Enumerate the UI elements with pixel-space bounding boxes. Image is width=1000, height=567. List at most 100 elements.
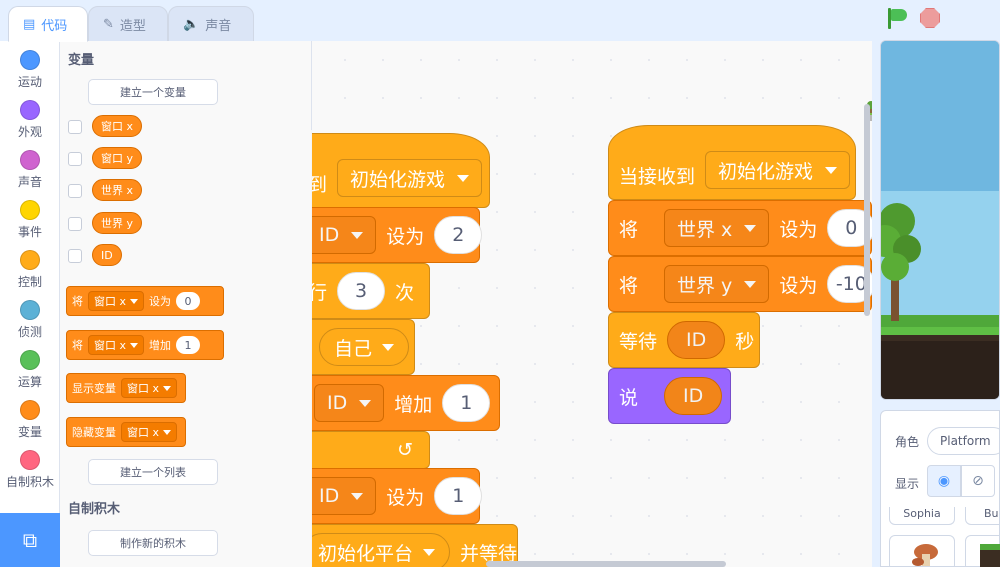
broadcast-message-dropdown[interactable]: 初始化平台 <box>303 533 451 567</box>
eye-slash-icon: ⊘ <box>972 473 984 489</box>
category-operators[interactable]: 运算 <box>0 343 60 393</box>
hide-variable-block[interactable]: 隐藏变量 窗口 x <box>66 417 186 447</box>
reporter-id[interactable]: ID <box>92 244 122 266</box>
stage-scene <box>881 41 999 399</box>
show-variable-block[interactable]: 显示变量 窗口 x <box>66 373 186 403</box>
variable-dropdown[interactable]: 世界 x <box>664 209 770 247</box>
category-sensing[interactable]: 侦测 <box>0 293 60 343</box>
reporter-window-y[interactable]: 窗口 y <box>92 147 143 169</box>
stop-icon[interactable] <box>920 8 940 28</box>
category-motion[interactable]: 运动 <box>0 43 60 93</box>
variable-dropdown[interactable]: ID <box>314 384 385 422</box>
variable-dropdown[interactable]: 世界 y <box>664 265 770 303</box>
say-block[interactable]: 说 ID <box>608 368 731 424</box>
repeat-count-input[interactable]: 3 <box>337 272 386 310</box>
checkbox-window-x[interactable] <box>68 120 82 134</box>
code-icon: ▤ <box>23 16 36 32</box>
caret-down-icon <box>351 231 364 239</box>
variable-dropdown[interactable]: ID <box>306 216 377 254</box>
sprite-label: 角色 <box>895 435 920 449</box>
stage[interactable] <box>880 40 1000 400</box>
brush-icon: ✎ <box>103 16 114 32</box>
my-blocks-heading: 自制积木 <box>68 502 121 517</box>
mushroom-icon <box>912 544 938 566</box>
make-variable-button[interactable]: 建立一个变量 <box>88 79 218 105</box>
id-reporter[interactable]: ID <box>667 321 726 359</box>
category-menu: 运动 外观 声音 事件 控制 侦测 运算 变量 自制积木 <box>0 41 60 567</box>
show-sprite-button[interactable]: ◉ <box>927 465 961 497</box>
value-input[interactable]: 1 <box>442 384 491 422</box>
sound-dot-icon <box>20 150 40 170</box>
tab-code[interactable]: ▤ 代码 <box>8 6 88 42</box>
make-block-button[interactable]: 制作新的积木 <box>88 530 218 556</box>
set-variable-block[interactable]: 将 窗口 x 设为 0 <box>66 286 224 316</box>
caret-down-icon <box>382 343 395 351</box>
caret-down-icon <box>351 492 364 500</box>
caret-down-icon <box>130 298 139 304</box>
extension-icon: ⧉ <box>22 528 38 552</box>
value-input[interactable]: 1 <box>434 477 483 515</box>
category-sound[interactable]: 声音 <box>0 143 60 193</box>
category-variables[interactable]: 变量 <box>0 393 60 443</box>
variable-dropdown[interactable]: 窗口 x <box>121 378 178 398</box>
category-control[interactable]: 控制 <box>0 243 60 293</box>
eye-icon: ◉ <box>937 473 951 489</box>
looks-dot-icon <box>20 100 40 120</box>
motion-dot-icon <box>20 50 40 70</box>
variable-dropdown[interactable]: 窗口 x <box>121 422 178 442</box>
category-my-blocks[interactable]: 自制积木 <box>0 443 60 493</box>
platform-thumb-icon <box>980 544 1000 567</box>
sprite-info-panel: 角色 Platform 显示 ◉ ⊘ Sophia Bu <box>880 410 1000 567</box>
wait-block[interactable]: 等待 ID 秒 <box>608 312 760 368</box>
scratch-editor: ▤ 代码 ✎ 造型 🔈 声音 运动 外观 声音 事件 控制 侦测 运算 变量 自制积木… <box>0 0 1000 567</box>
sprite-thumb-sophia[interactable]: Sophia <box>889 507 955 525</box>
speaker-icon: 🔈 <box>183 16 200 32</box>
variable-dropdown[interactable]: 窗口 x <box>88 335 145 355</box>
loop-arrow-icon: ↺ <box>397 439 413 461</box>
message-dropdown[interactable]: 初始化游戏 <box>705 151 851 189</box>
green-flag-icon[interactable] <box>886 8 908 29</box>
checkbox-id[interactable] <box>68 249 82 263</box>
value-input[interactable]: 2 <box>434 216 483 254</box>
vertical-scrollbar[interactable] <box>864 104 870 316</box>
set-world-x-block[interactable]: 将 世界 x 设为 0 <box>608 200 872 256</box>
reporter-world-y[interactable]: 世界 y <box>92 212 143 234</box>
tab-costumes[interactable]: ✎ 造型 <box>88 6 168 42</box>
make-list-button[interactable]: 建立一个列表 <box>88 459 218 485</box>
run-controls <box>886 8 940 29</box>
message-dropdown[interactable]: 初始化游戏 <box>337 159 483 197</box>
caret-down-icon <box>163 429 172 435</box>
caret-down-icon <box>359 399 372 407</box>
clone-target-dropdown[interactable]: 自己 <box>319 328 410 366</box>
caret-down-icon <box>163 385 172 391</box>
category-events[interactable]: 事件 <box>0 193 60 243</box>
when-receive-hat-block-2[interactable]: 当接收到 初始化游戏 <box>608 125 856 200</box>
variable-dropdown[interactable]: 窗口 x <box>88 291 145 311</box>
tab-sounds[interactable]: 🔈 声音 <box>168 6 254 42</box>
reporter-world-x[interactable]: 世界 x <box>92 179 143 201</box>
checkbox-world-y[interactable] <box>68 217 82 231</box>
add-extension-button[interactable]: ⧉ <box>0 513 60 567</box>
id-reporter[interactable]: ID <box>664 377 723 415</box>
show-label: 显示 <box>895 477 920 491</box>
control-dot-icon <box>20 250 40 270</box>
sprite-thumb-mushroom[interactable] <box>889 535 955 567</box>
hide-sprite-button[interactable]: ⊘ <box>961 465 995 497</box>
sprite-thumb-bu[interactable]: Bu <box>965 507 1000 525</box>
reporter-window-x[interactable]: 窗口 x <box>92 115 143 137</box>
category-looks[interactable]: 外观 <box>0 93 60 143</box>
sprite-name-input[interactable]: Platform <box>927 427 1000 455</box>
change-variable-block[interactable]: 将 窗口 x 增加 1 <box>66 330 224 360</box>
palette-flyout-overlay <box>240 130 312 567</box>
sensing-dot-icon <box>20 300 40 320</box>
sprite-thumb-platform[interactable] <box>965 535 1000 567</box>
variable-dropdown[interactable]: ID <box>306 477 377 515</box>
variables-dot-icon <box>20 400 40 420</box>
checkbox-window-y[interactable] <box>68 152 82 166</box>
horizontal-scrollbar[interactable] <box>486 561 726 567</box>
caret-down-icon <box>423 548 436 556</box>
my-blocks-dot-icon <box>20 450 40 470</box>
checkbox-world-x[interactable] <box>68 184 82 198</box>
set-world-y-block[interactable]: 将 世界 y 设为 -10 <box>608 256 872 312</box>
operators-dot-icon <box>20 350 40 370</box>
